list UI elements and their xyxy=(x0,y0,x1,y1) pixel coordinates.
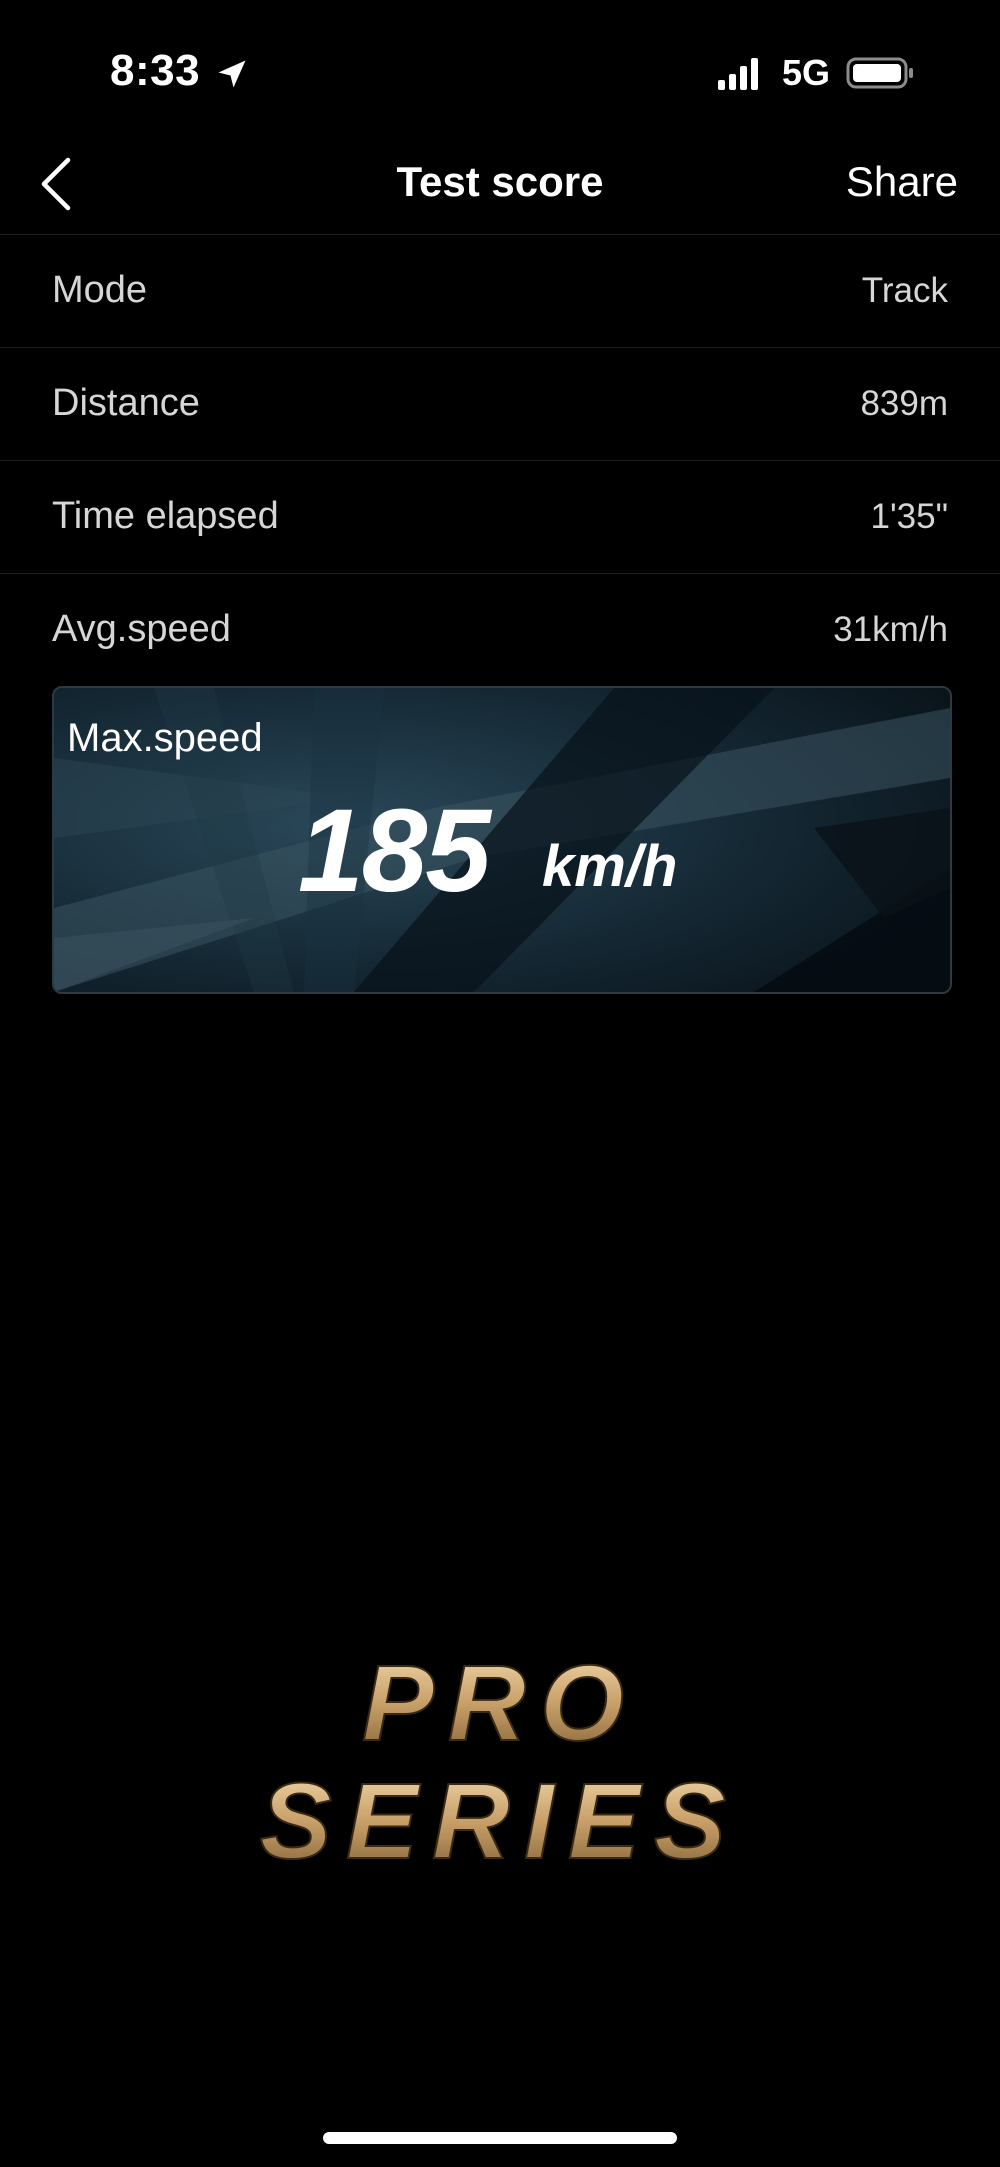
time-elapsed-label: Time elapsed xyxy=(52,495,279,537)
svg-text:SERIES: SERIES xyxy=(260,1760,740,1880)
battery-icon xyxy=(846,57,913,89)
score-details-list: Mode Track Distance 839m Time elapsed 1'… xyxy=(0,235,1000,686)
status-time: 8:33 xyxy=(110,46,201,95)
max-speed-value: 185 xyxy=(298,785,491,917)
svg-text:PRO: PRO xyxy=(362,1642,638,1763)
max-speed-card: Max.speed 185 km/h xyxy=(52,686,952,994)
distance-label: Distance xyxy=(52,382,200,424)
mode-value: Track xyxy=(861,271,948,310)
network-type-label: 5G xyxy=(782,52,831,93)
distance-row: Distance 839m xyxy=(0,348,1000,461)
pro-series-logo: PRO SERIES xyxy=(259,1641,740,1880)
location-arrow-icon xyxy=(218,60,246,88)
status-bar: 8:33 5G xyxy=(0,0,1000,150)
time-elapsed-row: Time elapsed 1'35" xyxy=(0,461,1000,574)
mode-row: Mode Track xyxy=(0,235,1000,348)
max-speed-label: Max.speed xyxy=(67,716,263,760)
navigation-bar: Test score Share xyxy=(0,130,1000,235)
time-elapsed-value: 1'35" xyxy=(870,497,948,536)
cellular-signal-icon xyxy=(718,58,758,90)
avg-speed-label: Avg.speed xyxy=(52,608,231,650)
avg-speed-value: 31km/h xyxy=(833,610,948,649)
mode-label: Mode xyxy=(52,269,148,311)
distance-value: 839m xyxy=(860,384,948,423)
share-button[interactable]: Share xyxy=(846,158,958,206)
home-indicator[interactable] xyxy=(323,2132,677,2144)
avg-speed-row: Avg.speed 31km/h xyxy=(0,574,1000,686)
max-speed-unit: km/h xyxy=(542,834,678,899)
